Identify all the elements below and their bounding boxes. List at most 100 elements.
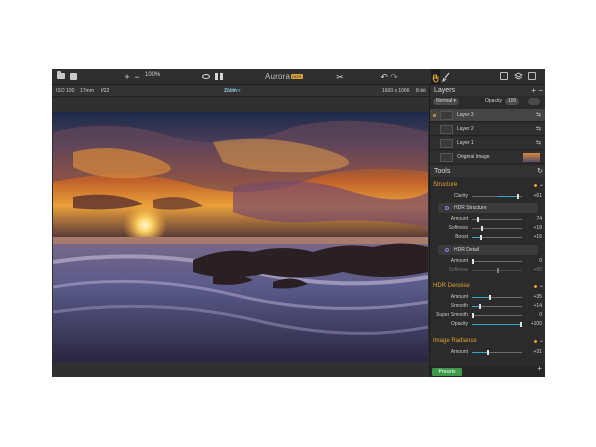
original-thumbnail	[523, 153, 540, 162]
slider-hdr-structure-amount[interactable]: Amount 74	[430, 215, 545, 224]
slider-denoise-smooth[interactable]: Smooth +14	[430, 302, 545, 311]
zoom-out-button[interactable]: −	[133, 71, 141, 83]
slider-hdr-structure-boost[interactable]: Boost +16	[430, 233, 545, 242]
slider-label: Smooth	[450, 303, 468, 309]
hand-tool-button[interactable]	[431, 69, 440, 85]
bag-icon[interactable]	[70, 73, 77, 80]
hand-icon	[432, 74, 439, 83]
eye-icon[interactable]	[202, 74, 210, 79]
brush-icon[interactable]	[442, 72, 451, 82]
bit-depth: 8-bit	[416, 88, 426, 94]
slider-handle[interactable]	[487, 350, 489, 355]
slider-value: +18	[533, 225, 542, 231]
chevron-down-icon[interactable]: ⌄	[539, 180, 544, 190]
slider-denoise-opacity[interactable]: Opacity +100	[430, 320, 545, 329]
slider-label: Amount	[450, 258, 468, 264]
chevron-down-icon[interactable]: ⌄	[539, 336, 544, 346]
slider-handle[interactable]	[477, 217, 479, 222]
slider-handle[interactable]	[479, 304, 481, 309]
image-dimensions: 1600 x 1066	[382, 88, 410, 94]
slider-handle[interactable]	[472, 313, 474, 318]
slider-handle[interactable]	[472, 259, 474, 264]
sliders-icon[interactable]: ⇆	[536, 126, 541, 132]
image-canvas[interactable]	[52, 97, 429, 377]
slider-handle[interactable]	[520, 322, 522, 327]
focal-length: 17mm	[80, 88, 94, 94]
structure-section-header[interactable]: Structure ⌄	[430, 180, 545, 190]
layers-stack-icon[interactable]	[514, 72, 523, 81]
undo-button[interactable]: ↶	[380, 71, 388, 83]
blend-mode-select[interactable]: Normal ▾	[433, 98, 460, 105]
zoom-value: 100%	[145, 72, 161, 78]
sliders-icon[interactable]: ⇆	[536, 140, 541, 146]
layer-row-2[interactable]: Layer 2 ⇆	[430, 123, 545, 136]
logo-text: Aurora	[265, 72, 291, 81]
slider-label: Softness	[448, 267, 468, 273]
scissors-icon[interactable]: ✂	[336, 71, 344, 83]
slider-denoise-amount[interactable]: Amount +35	[430, 293, 545, 302]
layers-add-remove[interactable]: + −	[531, 85, 543, 96]
slider-hdr-structure-softness[interactable]: Softness +18	[430, 224, 545, 233]
slider-denoise-super-smooth[interactable]: Super Smooth 0	[430, 311, 545, 320]
slider-value: +31	[533, 349, 542, 355]
slider-track[interactable]	[472, 315, 522, 316]
sliders-icon[interactable]: ⇆	[536, 112, 541, 118]
app-logo: Aurora HDR	[265, 72, 303, 81]
hdr-denoise-section-header[interactable]: HDR Denoise ⌄	[430, 281, 545, 291]
slider-radiance-amount[interactable]: Amount +31	[430, 348, 545, 357]
slider-handle[interactable]	[480, 235, 482, 240]
slider-track[interactable]	[472, 228, 522, 229]
slider-handle[interactable]	[517, 194, 519, 199]
layer-row-1[interactable]: Layer 1 ⇆	[430, 137, 545, 150]
slider-value: 74	[536, 216, 542, 222]
section-title: HDR Denoise	[433, 283, 470, 289]
redo-button[interactable]: ↷	[390, 71, 398, 83]
layer-name: Layer 3	[457, 112, 474, 118]
refresh-icon[interactable]: ↻	[537, 166, 543, 177]
slider-value: +16	[533, 234, 542, 240]
add-icon[interactable]: +	[537, 364, 542, 373]
layer-thumbnail	[440, 125, 453, 134]
hdr-detail-header[interactable]: HDR Detail	[438, 245, 538, 255]
opacity-stepper[interactable]	[528, 98, 540, 105]
image-info-bar: ISO 100 17mm f/22 Zoom: 121% ▾ 1600 x 10…	[52, 85, 429, 97]
slider-hdr-detail-softness[interactable]: Softness +50	[430, 266, 545, 275]
compare-icon[interactable]	[215, 73, 223, 80]
slider-clarity[interactable]: Clarity +61	[430, 192, 545, 201]
photo	[53, 112, 428, 362]
zoom-selector[interactable]: Zoom: 121% ▾	[224, 85, 241, 97]
presets-button[interactable]: Presets	[432, 368, 462, 376]
slider-fill	[472, 237, 480, 238]
toggle-icon[interactable]	[445, 206, 449, 210]
opacity-input[interactable]: 100	[505, 98, 520, 105]
slider-handle[interactable]	[481, 226, 483, 231]
slider-fill	[472, 297, 489, 298]
slider-track[interactable]	[472, 219, 522, 220]
folder-icon[interactable]	[57, 71, 65, 79]
slider-value: +50	[533, 267, 542, 273]
slider-label: Amount	[450, 216, 468, 222]
tools-title: Tools	[434, 168, 451, 175]
slider-fill	[472, 306, 479, 307]
slider-fill	[472, 352, 487, 353]
slider-value: +100	[530, 321, 542, 327]
right-panel: Layers + − Normal ▾ Opacity 100 Layer 3 …	[429, 85, 545, 377]
visibility-icon[interactable]	[433, 114, 436, 117]
chevron-down-icon[interactable]: ⌄	[539, 281, 544, 291]
image-icon[interactable]	[528, 72, 536, 80]
zoom-in-button[interactable]: +	[123, 71, 131, 83]
iso-value: ISO 100	[56, 88, 75, 94]
section-status-dot	[534, 184, 537, 187]
layer-row-3[interactable]: Layer 3 ⇆	[430, 109, 545, 122]
image-radiance-section-header[interactable]: Image Radiance ⌄	[430, 336, 545, 346]
slider-track[interactable]	[472, 261, 522, 262]
slider-label: Super Smooth	[436, 312, 468, 318]
hdr-structure-header[interactable]: HDR Structure	[438, 203, 538, 213]
layers-title: Layers	[434, 87, 456, 94]
layer-row-original[interactable]: Original Image	[430, 151, 545, 164]
slider-hdr-detail-amount[interactable]: Amount 0	[430, 257, 545, 266]
toggle-icon[interactable]	[445, 248, 449, 252]
histogram-icon[interactable]	[500, 72, 508, 80]
slider-handle[interactable]	[489, 295, 491, 300]
slider-handle[interactable]	[497, 268, 499, 273]
